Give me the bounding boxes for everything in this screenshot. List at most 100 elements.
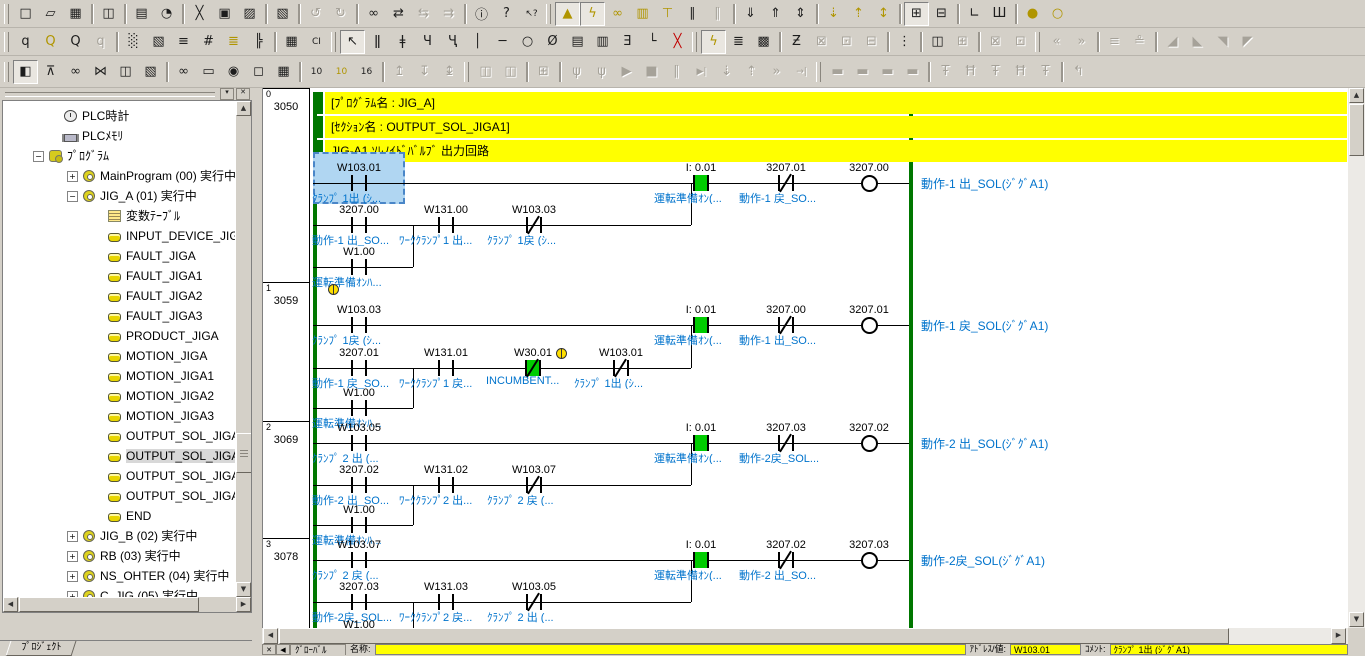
tree-item[interactable]: FAULT_JIGA1 [3, 266, 235, 286]
online-edit-icon[interactable]: Ƶ [784, 30, 809, 54]
rung-header-comment[interactable]: [ﾌﾟﾛｸﾞﾗﾑ名 : JIG_A] [325, 92, 1347, 114]
cut-icon[interactable]: ╳ [187, 2, 212, 26]
local-window-icon[interactable]: ◫ [113, 60, 138, 84]
toolbar-drag-handle[interactable] [816, 62, 821, 82]
select-tool-icon[interactable]: ↖ [340, 30, 365, 54]
zoom-in-icon[interactable]: Q [63, 30, 88, 54]
scroll-down-icon[interactable]: ▼ [236, 582, 251, 597]
transfer-window-1-icon[interactable]: ◫ [473, 60, 498, 84]
collapse-icon[interactable]: − [67, 191, 78, 202]
about-icon[interactable]: ⓘ [469, 2, 494, 26]
run-icon[interactable]: ▶ [614, 60, 639, 84]
force-cancel-icon[interactable]: ↨ [437, 60, 462, 84]
properties-icon[interactable]: ▧ [138, 60, 163, 84]
tree-item[interactable]: PLC時計 [3, 106, 235, 126]
force-off-icon[interactable]: ↧ [412, 60, 437, 84]
contact-no[interactable] [693, 435, 709, 451]
tree-item[interactable]: PRODUCT_JIGA [3, 326, 235, 346]
new-file-icon[interactable]: □ [13, 2, 38, 26]
watch-window-2-icon[interactable]: ⊞ [950, 30, 975, 54]
rung-number[interactable]: 2 [266, 422, 286, 432]
pause-debug-icon[interactable]: ∥ [664, 60, 689, 84]
connect-line-icon[interactable]: └ [640, 30, 665, 54]
online-cancel-icon[interactable]: ⊟ [859, 30, 884, 54]
tree-item[interactable]: MOTION_JIGA2 [3, 386, 235, 406]
rung-number[interactable]: 1 [266, 283, 286, 293]
monitor-icon[interactable]: ∞ [605, 2, 630, 26]
scroll-right-icon[interactable]: ▶ [236, 597, 251, 612]
rung-step-number[interactable]: 3050 [265, 101, 307, 113]
tree-item[interactable]: +RB (03) 実行中 [3, 546, 235, 566]
tree-vertical-scrollbar[interactable]: ▲ ▼ [236, 101, 252, 597]
tree-item[interactable]: −JIG_A (01) 実行中 [3, 186, 235, 206]
ci-instruction-icon[interactable]: CI [304, 30, 329, 54]
monitor-window-2-icon[interactable]: ⊟ [929, 2, 954, 26]
watch-close-icon[interactable]: ✕ [262, 644, 276, 655]
tree-item[interactable]: OUTPUT_SOL_JIGA3 [3, 486, 235, 506]
contact-no[interactable] [351, 400, 367, 416]
paste-icon[interactable]: ▨ [237, 2, 262, 26]
contact-or-nc-icon[interactable]: Ҷ [440, 30, 465, 54]
contact-no[interactable] [693, 552, 709, 568]
contact-no[interactable] [351, 175, 367, 191]
go-to-rung-icon[interactable]: ↰ [1066, 60, 1091, 84]
zoom-out-icon[interactable]: q [88, 30, 113, 54]
pause-flag-icon[interactable]: ∥ [680, 2, 705, 26]
step-in-icon[interactable]: ⇣ [714, 60, 739, 84]
tree-item[interactable]: FAULT_JIGA [3, 246, 235, 266]
tree-item[interactable]: OUTPUT_SOL_JIGA1 [3, 446, 235, 466]
rung-number[interactable]: 0 [266, 89, 286, 99]
sma-table-icon[interactable]: ▦ [279, 30, 304, 54]
workspace-dropdown-icon[interactable]: ▾ [220, 88, 234, 100]
rung-step-number[interactable]: 3059 [265, 295, 307, 307]
ladder-vertical-scrollbar[interactable]: ▲ ▼ [1348, 88, 1365, 628]
tree-display-icon[interactable]: ╠ [246, 30, 271, 54]
tree-item[interactable]: MOTION_JIGA [3, 346, 235, 366]
force-set-1-icon[interactable]: Ŧ [933, 60, 958, 84]
contact-nc[interactable] [525, 360, 541, 376]
contact-no[interactable] [351, 259, 367, 275]
comment-display-icon[interactable]: ▧ [146, 30, 171, 54]
tree-item[interactable]: +JIG_B (02) 実行中 [3, 526, 235, 546]
tree-item[interactable]: INPUT_DEVICE_JIGA [3, 226, 235, 246]
io-table-icon[interactable]: ▦ [271, 60, 296, 84]
tree-item[interactable]: −ﾌﾟﾛｸﾞﾗﾑ [3, 146, 235, 166]
toolbar-drag-handle[interactable] [692, 32, 697, 52]
address-find-icon[interactable]: ⇉ [436, 2, 461, 26]
contact-no[interactable] [351, 594, 367, 610]
address-display-icon[interactable]: # [196, 30, 221, 54]
force-set-5-icon[interactable]: Ŧ [1033, 60, 1058, 84]
dialog-window-icon[interactable]: ◻ [246, 60, 271, 84]
force-set-2-icon[interactable]: Ħ [958, 60, 983, 84]
contact-no[interactable] [351, 360, 367, 376]
tree-item[interactable]: OUTPUT_SOL_JIGA [3, 426, 235, 446]
online-verify-icon[interactable]: ⊡ [834, 30, 859, 54]
workspace-close-icon[interactable]: ✕ [236, 88, 250, 100]
contact-no[interactable] [351, 552, 367, 568]
replace-icon[interactable]: ⇄ [386, 2, 411, 26]
toolbar-drag-handle[interactable] [4, 4, 9, 24]
copy-icon[interactable]: ▣ [212, 2, 237, 26]
tree-item[interactable]: MOTION_JIGA1 [3, 366, 235, 386]
window-close-icon[interactable]: ⊠ [983, 30, 1008, 54]
partial-download-icon[interactable]: ⇣ [821, 2, 846, 26]
protect-lock-icon[interactable]: ● [1020, 2, 1045, 26]
contact-or-no-icon[interactable]: Ч [415, 30, 440, 54]
panel-splitter[interactable] [252, 88, 262, 655]
partial-upload-icon[interactable]: ⇡ [846, 2, 871, 26]
contact-no[interactable] [438, 594, 454, 610]
download-to-plc-icon[interactable]: ⇓ [738, 2, 763, 26]
tree-item[interactable]: +NS_OHTER (04) 実行中 [3, 566, 235, 586]
workspace-toggle-icon[interactable]: ◧ [13, 60, 38, 84]
output-coil[interactable] [861, 317, 878, 334]
open-file-icon[interactable]: ▱ [38, 2, 63, 26]
watch-glasses-icon[interactable]: ∞ [63, 60, 88, 84]
horizontal-line-icon[interactable]: ─ [490, 30, 515, 54]
monitor-window-icon[interactable]: ⊞ [904, 2, 929, 26]
work-online-icon[interactable]: ▲ [555, 2, 580, 26]
ladder-hscroll-thumb[interactable] [279, 628, 1229, 644]
monitor-run-icon[interactable]: ϟ [701, 30, 726, 54]
tab-project[interactable]: ﾌﾟﾛｼﾞｪｸﾄ [6, 641, 77, 656]
tree-item[interactable]: 変数ﾃｰﾌﾞﾙ [3, 206, 235, 226]
collapse-icon[interactable]: − [33, 151, 44, 162]
